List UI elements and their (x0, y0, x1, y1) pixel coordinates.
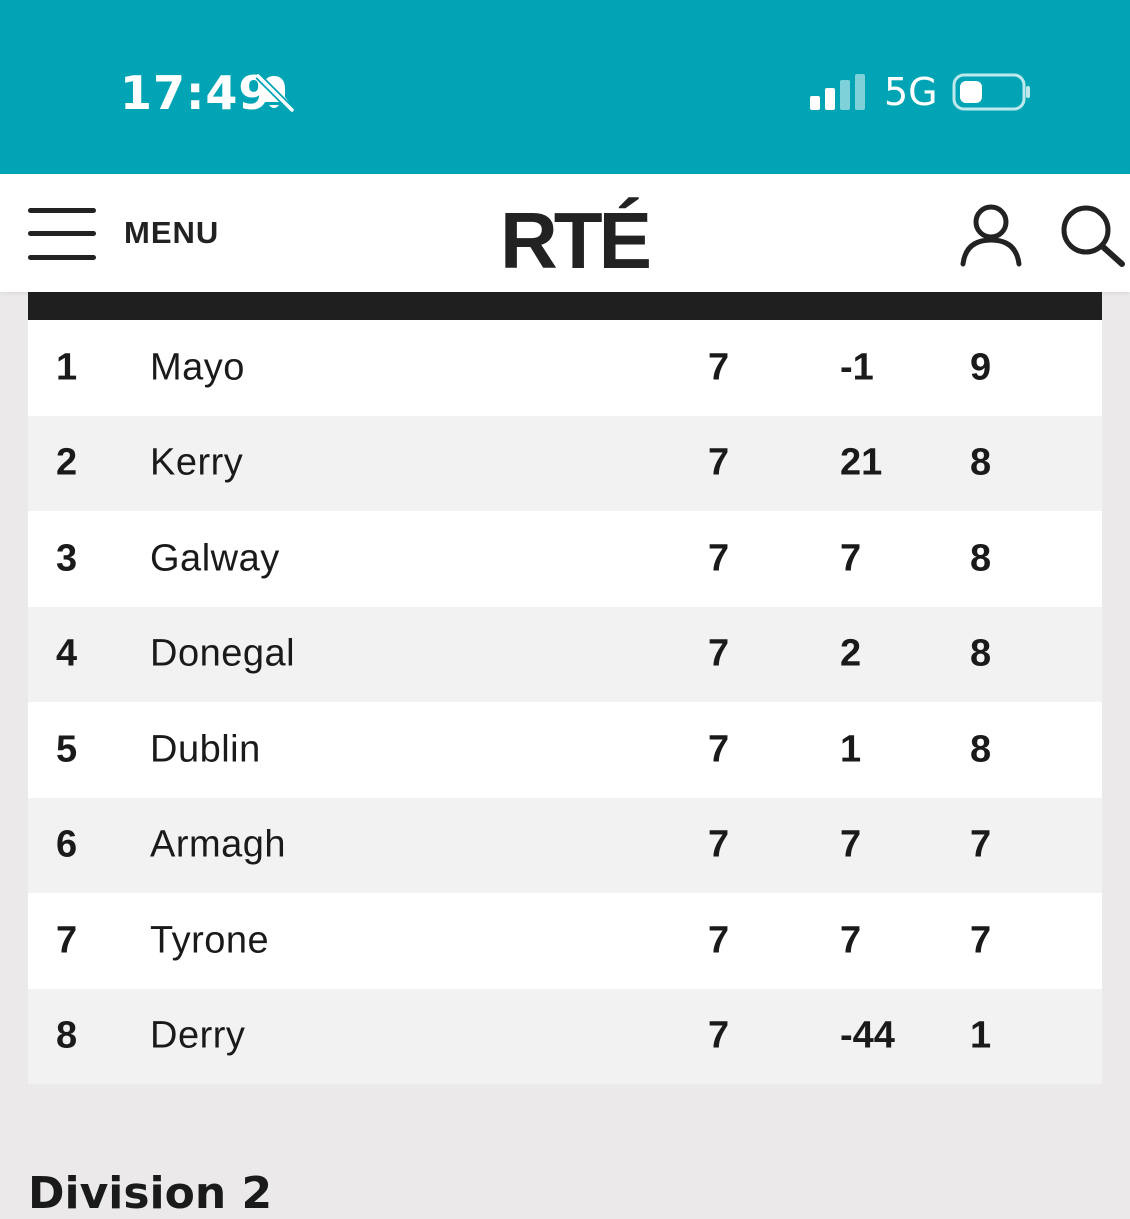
points: 8 (970, 632, 992, 675)
score-difference: -44 (840, 1014, 895, 1057)
table-row[interactable]: 4 Donegal 7 2 8 (28, 606, 1102, 702)
rte-logo[interactable]: RTÉ (500, 196, 650, 274)
search-icon[interactable] (1058, 202, 1128, 268)
status-bar: 17:49 5G (0, 0, 1130, 174)
played: 7 (708, 728, 730, 771)
cellular-signal-icon (810, 74, 865, 110)
team-name: Mayo (150, 346, 245, 389)
points: 8 (970, 441, 992, 484)
score-difference: -1 (840, 346, 874, 389)
score-difference: 7 (840, 537, 862, 580)
score-difference: 1 (840, 728, 862, 771)
position: 7 (56, 919, 78, 962)
menu-button[interactable]: MENU (28, 204, 228, 262)
section-heading: Division 2 (28, 1168, 273, 1219)
played: 7 (708, 1014, 730, 1057)
points: 9 (970, 346, 992, 389)
score-difference: 21 (840, 441, 883, 484)
played: 7 (708, 919, 730, 962)
table-row[interactable]: 5 Dublin 7 1 8 (28, 702, 1102, 798)
played: 7 (708, 823, 730, 866)
score-difference: 7 (840, 919, 862, 962)
score-difference: 2 (840, 632, 862, 675)
points: 1 (970, 1014, 992, 1057)
points: 7 (970, 919, 992, 962)
account-icon[interactable] (958, 202, 1024, 268)
table-row[interactable]: 8 Derry 7 -44 1 (28, 988, 1102, 1084)
table-row[interactable]: 2 Kerry 7 21 8 (28, 415, 1102, 511)
position: 2 (56, 441, 78, 484)
team-name: Kerry (150, 441, 244, 484)
team-name: Derry (150, 1014, 246, 1057)
network-label: 5G (884, 70, 938, 114)
position: 3 (56, 537, 78, 580)
team-name: Tyrone (150, 919, 270, 962)
table-row[interactable]: 7 Tyrone 7 7 7 (28, 893, 1102, 989)
hamburger-icon (28, 206, 96, 260)
team-name: Donegal (150, 632, 296, 675)
score-difference: 7 (840, 823, 862, 866)
position: 8 (56, 1014, 78, 1057)
table-row[interactable]: 3 Galway 7 7 8 (28, 511, 1102, 607)
team-name: Dublin (150, 728, 261, 771)
team-name: Armagh (150, 823, 287, 866)
points: 7 (970, 823, 992, 866)
played: 7 (708, 346, 730, 389)
table-body: 1 Mayo 7 -1 9 2 Kerry 7 21 8 3 Galway 7 … (28, 320, 1102, 1084)
position: 4 (56, 632, 78, 675)
site-header: MENU RTÉ (0, 174, 1130, 292)
position: 1 (56, 346, 78, 389)
played: 7 (708, 441, 730, 484)
logo-text: RTÉ (500, 196, 650, 274)
battery-icon (952, 73, 1030, 111)
menu-label: MENU (124, 215, 220, 250)
points: 8 (970, 728, 992, 771)
played: 7 (708, 632, 730, 675)
bell-slash-icon (255, 73, 295, 113)
league-table: 1 Mayo 7 -1 9 2 Kerry 7 21 8 3 Galway 7 … (28, 292, 1102, 1084)
team-name: Galway (150, 537, 280, 580)
table-row[interactable]: 6 Armagh 7 7 7 (28, 797, 1102, 893)
points: 8 (970, 537, 992, 580)
status-time: 17:49 (120, 66, 272, 120)
position: 5 (56, 728, 78, 771)
table-row[interactable]: 1 Mayo 7 -1 9 (28, 320, 1102, 416)
table-header-bar (28, 292, 1102, 320)
played: 7 (708, 537, 730, 580)
position: 6 (56, 823, 78, 866)
